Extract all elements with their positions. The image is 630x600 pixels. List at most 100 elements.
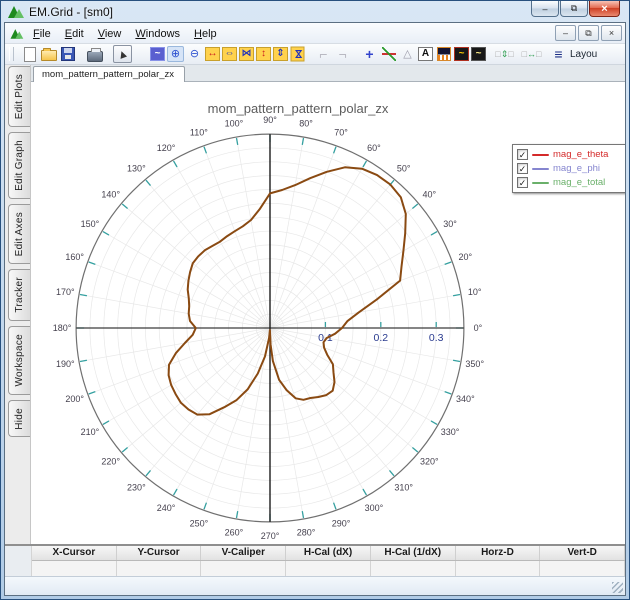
- layout-icon[interactable]: ≡: [550, 46, 567, 62]
- angle-label: 320°: [420, 457, 439, 467]
- h-link-icon[interactable]: □↔□: [523, 46, 540, 62]
- legend-label: mag_e_phi: [553, 163, 600, 174]
- angle-label: 150°: [81, 219, 100, 229]
- angle-label: 280°: [297, 528, 316, 538]
- print-icon[interactable]: [86, 46, 103, 62]
- menu-edit[interactable]: Edit: [58, 26, 91, 42]
- menu-windows[interactable]: Windows: [128, 26, 187, 42]
- sidebar-item-edit-graph[interactable]: Edit Graph: [8, 132, 30, 199]
- tab-active[interactable]: mom_pattern_pattern_polar_zx: [33, 66, 185, 82]
- readout-bar: X-CursorY-CursorV-CaliperH-Cal (dX)H-Cal…: [5, 544, 625, 576]
- plot-hist-icon-glyph: [437, 47, 451, 61]
- chart-title: mom_pattern_pattern_polar_zx: [31, 101, 565, 116]
- angle-label: 200°: [65, 394, 84, 404]
- mdi-close-button[interactable]: ×: [601, 25, 622, 41]
- layout-label: Layou: [570, 49, 597, 60]
- axes-marker-icon-glyph: [382, 47, 396, 61]
- x-arrows-icon[interactable]: ⇔: [222, 47, 237, 61]
- readout-value-cell[interactable]: [117, 561, 202, 576]
- zoom-out-icon[interactable]: ⊖: [186, 46, 203, 62]
- readout-value-cell[interactable]: [371, 561, 456, 576]
- angle-label: 50°: [397, 164, 411, 174]
- new-file-icon[interactable]: [21, 46, 38, 62]
- triangle-marker-icon[interactable]: △: [399, 46, 416, 62]
- y-arrows-icon[interactable]: ⇕: [273, 47, 288, 61]
- v-link-icon-part: □: [508, 50, 513, 59]
- legend-line-swatch: [532, 168, 549, 170]
- radial-tick-label: 0.2: [373, 332, 388, 344]
- app-logo-icon: [8, 4, 23, 19]
- readout-value-cell[interactable]: [201, 561, 286, 576]
- text-marker-icon[interactable]: A: [418, 47, 433, 61]
- workspace: Edit Plots Edit Graph Edit Axes Tracker Work…: [5, 65, 625, 544]
- mdi-document-icon[interactable]: [11, 27, 23, 39]
- x-shrink-icon[interactable]: ⋈: [239, 47, 254, 61]
- plot-dark-icon[interactable]: ~: [471, 47, 486, 61]
- legend-row: ✓mag_e_theta: [517, 148, 621, 161]
- x-expand-icon[interactable]: ↔: [205, 47, 220, 61]
- angle-label: 180°: [53, 323, 72, 333]
- angle-label: 70°: [334, 128, 348, 138]
- h-link-icon-part: ↔: [527, 50, 536, 59]
- readout-value-cell[interactable]: [32, 561, 117, 576]
- minimize-button[interactable]: –: [531, 1, 559, 17]
- readout-value-cell[interactable]: [286, 561, 371, 576]
- corner-b-icon[interactable]: ⌐: [334, 46, 351, 62]
- plot-red-icon[interactable]: ~: [454, 47, 469, 61]
- legend-checkbox[interactable]: ✓: [517, 177, 528, 188]
- angle-label: 40°: [422, 189, 436, 199]
- plus-marker-icon[interactable]: +: [361, 46, 378, 62]
- save-icon[interactable]: [59, 46, 76, 62]
- resize-grip[interactable]: [612, 582, 623, 593]
- menu-help[interactable]: Help: [187, 26, 224, 42]
- menu-view[interactable]: View: [91, 26, 129, 42]
- plot-area: mom_pattern_pattern_polar_zx ✓mag_e_thet…: [31, 82, 625, 544]
- pointer-icon[interactable]: ▶: [113, 45, 132, 63]
- angle-label: 0°: [474, 323, 483, 333]
- readout-column-header: Vert-D: [540, 546, 625, 560]
- sidebar-item-workspace[interactable]: Workspace: [8, 326, 30, 395]
- open-icon[interactable]: [40, 46, 57, 62]
- restore-button[interactable]: ⧉: [560, 1, 588, 17]
- sidebar-item-edit-axes[interactable]: Edit Axes: [8, 204, 30, 264]
- h-link-icon-part: □: [536, 50, 541, 59]
- angle-label: 240°: [157, 503, 176, 513]
- sidebar-item-tracker[interactable]: Tracker: [8, 269, 30, 321]
- sidebar-item-label: Workspace: [14, 334, 25, 387]
- angle-label: 350°: [465, 359, 484, 369]
- sidebar-item-hide[interactable]: Hide: [8, 400, 30, 438]
- status-text: [5, 582, 11, 593]
- mdi-restore-button[interactable]: ⧉: [578, 25, 599, 41]
- zoom-in-icon[interactable]: ⊕: [167, 46, 184, 62]
- legend-line-swatch: [532, 182, 549, 184]
- mdi-minimize-button[interactable]: –: [555, 25, 576, 41]
- client-area: FileEditViewWindowsHelp – ⧉ × ▶~⊕⊖↔⇔⋈↕⇕⋈…: [4, 22, 626, 596]
- y-expand-icon[interactable]: ↕: [256, 47, 271, 61]
- plot-mode-icon[interactable]: ~: [150, 47, 165, 61]
- plot-hist-icon[interactable]: [435, 46, 452, 62]
- caption-buttons: – ⧉ ×: [530, 1, 620, 17]
- v-link-icon[interactable]: □⇕□: [496, 46, 513, 62]
- angle-label: 330°: [441, 427, 460, 437]
- corner-a-icon[interactable]: ⌐: [315, 46, 332, 62]
- sidebar-item-edit-plots[interactable]: Edit Plots: [8, 66, 30, 127]
- print-icon-glyph: [87, 51, 103, 62]
- axes-marker-icon[interactable]: [380, 46, 397, 62]
- angle-label: 120°: [157, 143, 176, 153]
- readout-value-cell[interactable]: [456, 561, 541, 576]
- angle-label: 270°: [261, 531, 280, 541]
- readout-spacer: [5, 546, 32, 576]
- angle-label: 260°: [225, 528, 244, 538]
- readout-value-cell[interactable]: [540, 561, 625, 576]
- legend-checkbox[interactable]: ✓: [517, 149, 528, 160]
- new-file-icon-glyph: [24, 47, 36, 62]
- angle-label: 250°: [190, 518, 209, 528]
- angle-label: 30°: [443, 219, 457, 229]
- plot-panel: mom_pattern_pattern_polar_zx mom_pattern…: [31, 65, 625, 544]
- y-shrink-icon[interactable]: ⋈: [291, 47, 305, 62]
- legend-checkbox[interactable]: ✓: [517, 163, 528, 174]
- readout-column-header: V-Caliper: [201, 546, 286, 560]
- readout-column-header: Horz-D: [456, 546, 541, 560]
- close-button[interactable]: ×: [589, 1, 620, 17]
- menu-file[interactable]: File: [26, 26, 58, 42]
